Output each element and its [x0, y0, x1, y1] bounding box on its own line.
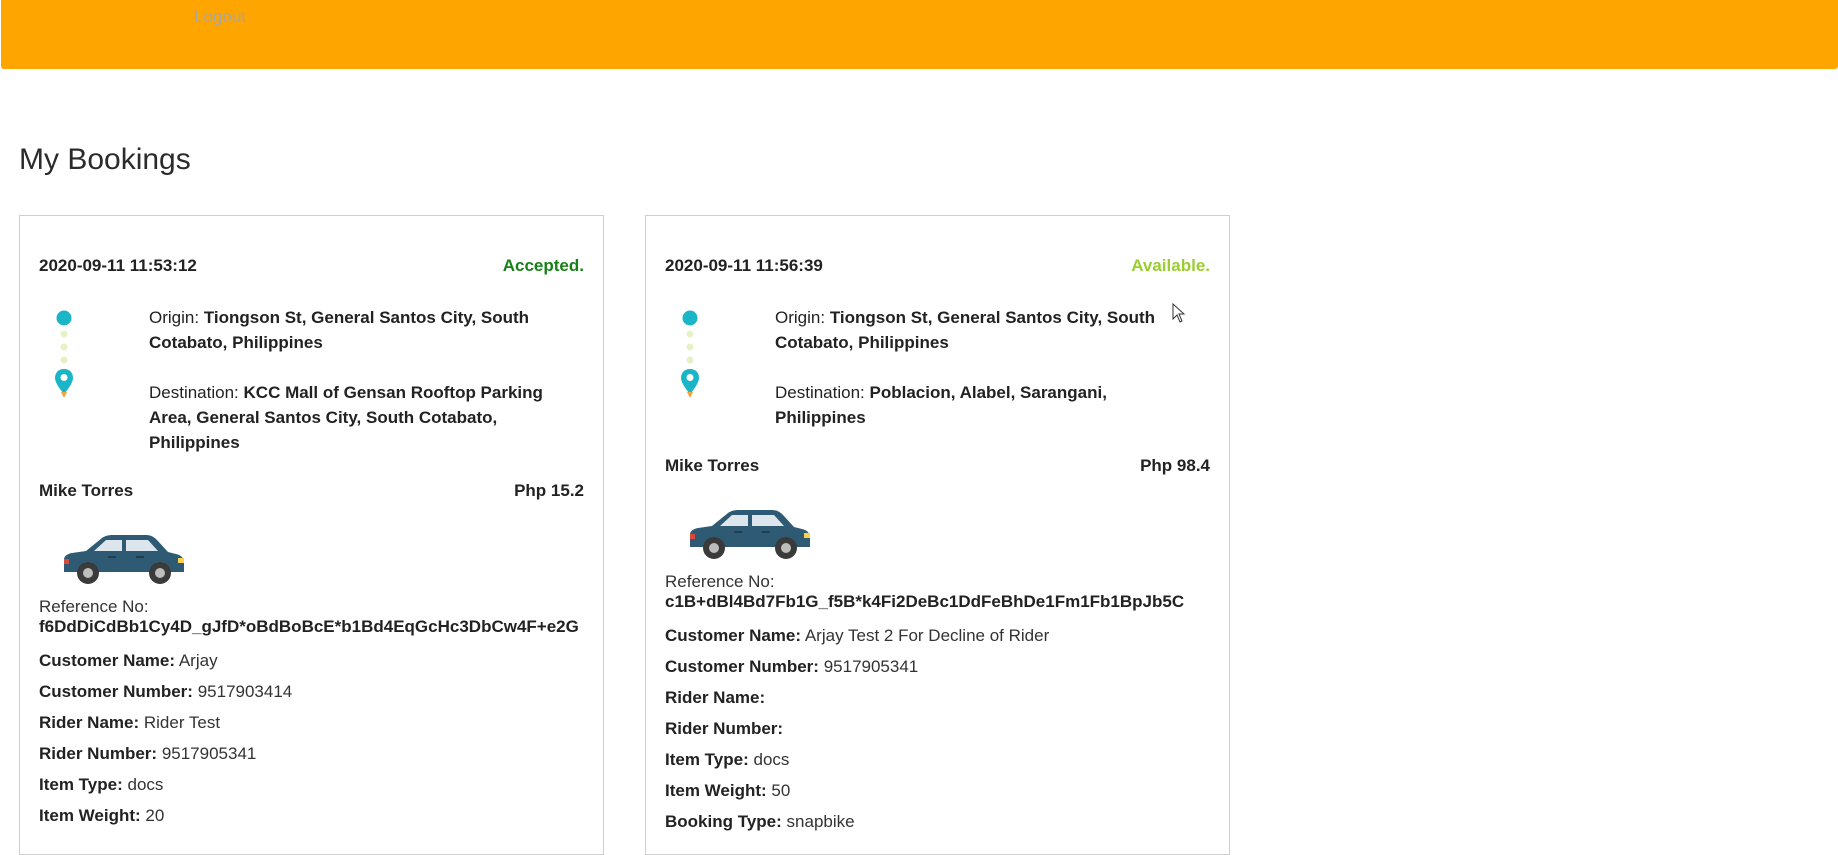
field-key: Rider Name:	[39, 713, 140, 732]
rider-price-row: Mike Torres Php 15.2	[39, 481, 584, 501]
customer-name-field: Customer Name: Arjay	[39, 651, 218, 671]
reference-number: c1B+dBl4Bd7Fb1G_f5B*k4Fi2DeBc1DdFeBhDe1F…	[665, 592, 1185, 611]
field-key: Item Type:	[39, 775, 123, 794]
driver-name: Mike Torres	[39, 481, 134, 500]
item-weight-field: Item Weight: 50	[665, 781, 790, 801]
status-badge: Accepted.	[502, 256, 584, 275]
rider-name-field: Rider Name: Rider Test	[39, 713, 220, 733]
field-key: Rider Number:	[39, 744, 158, 763]
item-type-field: Item Type: docs	[665, 750, 789, 770]
field-value: docs	[753, 750, 790, 769]
origin-address: Tiongson St, General Santos City, South …	[149, 308, 530, 352]
destination-text: Destination: Poblacion, Alabel, Sarangan…	[775, 380, 1195, 430]
field-value: 9517903414	[197, 682, 293, 701]
field-value: Arjay Test 2 For Decline of Rider	[804, 626, 1050, 645]
mouse-cursor-icon	[1172, 303, 1186, 323]
item-type-field: Item Type: docs	[39, 775, 163, 795]
origin-address: Tiongson St, General Santos City, South …	[775, 308, 1156, 352]
rider-price-row: Mike Torres Php 98.4	[665, 456, 1210, 476]
field-value: 9517905341	[161, 744, 257, 763]
field-key: Customer Name:	[39, 651, 176, 670]
reference-number: f6DdDiCdBb1Cy4D_gJfD*oBdBoBcE*b1Bd4EqGcH…	[39, 617, 579, 636]
booking-card[interactable]: 2020-09-11 11:56:39 Available. Origin: T…	[645, 215, 1230, 855]
field-value: 50	[771, 781, 791, 800]
customer-number-field: Customer Number: 9517905341	[665, 657, 918, 677]
booking-price: Php 15.2	[514, 481, 584, 500]
route-pin-icon	[681, 310, 699, 398]
rider-name-field: Rider Name:	[665, 688, 765, 708]
customer-number-field: Customer Number: 9517903414	[39, 682, 292, 702]
origin-label: Origin:	[149, 308, 200, 327]
field-value: Rider Test	[143, 713, 221, 732]
booking-card[interactable]: 2020-09-11 11:53:12 Accepted. Origin: Ti…	[19, 215, 604, 855]
rider-number-field: Rider Number:	[665, 719, 783, 739]
booking-type-field: Booking Type: snapbike	[665, 812, 855, 832]
reference-label: Reference No:	[665, 572, 775, 591]
car-icon	[690, 510, 810, 559]
field-value: snapbike	[786, 812, 855, 831]
field-key: Item Type:	[665, 750, 749, 769]
destination-label: Destination:	[149, 383, 239, 402]
page-title: My Bookings	[19, 143, 191, 176]
origin-text: Origin: Tiongson St, General Santos City…	[149, 305, 569, 355]
destination-label: Destination:	[775, 383, 865, 402]
reference-label: Reference No:	[39, 597, 149, 616]
item-weight-field: Item Weight: 20	[39, 806, 164, 826]
field-key: Customer Name:	[665, 626, 802, 645]
driver-name: Mike Torres	[665, 456, 760, 475]
status-badge: Available.	[1131, 256, 1210, 275]
booking-date: 2020-09-11 11:56:39	[665, 256, 823, 275]
field-key: Item Weight:	[665, 781, 767, 800]
rider-number-field: Rider Number: 9517905341	[39, 744, 256, 764]
car-icon	[64, 535, 184, 584]
booking-price: Php 98.4	[1140, 456, 1210, 475]
field-key: Rider Name:	[665, 688, 766, 707]
field-key: Rider Number:	[665, 719, 784, 738]
origin-text: Origin: Tiongson St, General Santos City…	[775, 305, 1195, 355]
booking-date: 2020-09-11 11:53:12	[39, 256, 197, 275]
logout-link[interactable]: Logout	[194, 7, 246, 27]
field-key: Customer Number:	[39, 682, 193, 701]
route-pin-icon	[55, 310, 73, 398]
field-value: docs	[127, 775, 164, 794]
top-navbar: Logout	[1, 0, 1838, 69]
destination-text: Destination: KCC Mall of Gensan Rooftop …	[149, 380, 569, 455]
field-value: Arjay	[178, 651, 218, 670]
field-value: 9517905341	[823, 657, 919, 676]
origin-label: Origin:	[775, 308, 826, 327]
field-key: Item Weight:	[39, 806, 141, 825]
field-key: Booking Type:	[665, 812, 782, 831]
field-key: Customer Number:	[665, 657, 819, 676]
field-value: 20	[145, 806, 165, 825]
customer-name-field: Customer Name: Arjay Test 2 For Decline …	[665, 626, 1049, 646]
